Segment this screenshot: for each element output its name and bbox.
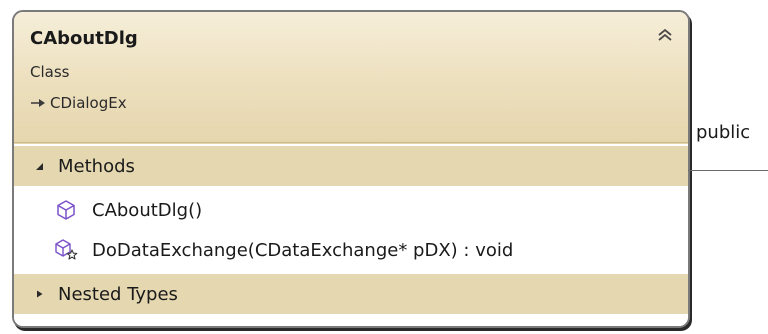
class-name: CAboutDlg bbox=[30, 28, 138, 49]
class-footer bbox=[14, 314, 688, 326]
methods-label: Methods bbox=[58, 155, 135, 177]
base-class-row: CDialogEx bbox=[30, 94, 127, 112]
diagram-canvas: CAboutDlg Class CDialogEx Methods CAbout… bbox=[0, 0, 768, 334]
double-chevron-up-icon[interactable] bbox=[656, 26, 674, 44]
nested-types-label: Nested Types bbox=[58, 283, 178, 305]
methods-compartment-header[interactable]: Methods bbox=[14, 146, 688, 186]
class-header[interactable]: CAboutDlg Class CDialogEx bbox=[14, 12, 688, 144]
method-item[interactable]: DoDataExchange(CDataExchange* pDX) : voi… bbox=[14, 230, 688, 270]
public-method-icon bbox=[57, 200, 75, 220]
inheritance-arrow-icon bbox=[31, 99, 45, 107]
method-item[interactable]: CAboutDlg() bbox=[14, 190, 688, 230]
class-shape[interactable]: CAboutDlg Class CDialogEx Methods CAbout… bbox=[12, 10, 690, 328]
method-label: CAboutDlg() bbox=[92, 199, 203, 221]
header-divider bbox=[14, 142, 688, 143]
class-stereotype: Class bbox=[30, 63, 70, 81]
base-class-name: CDialogEx bbox=[50, 94, 127, 112]
expanded-triangle-icon[interactable] bbox=[34, 161, 44, 171]
nested-types-compartment-header[interactable]: Nested Types bbox=[14, 274, 688, 314]
collapsed-triangle-icon[interactable] bbox=[34, 289, 44, 299]
method-label: DoDataExchange(CDataExchange* pDX) : voi… bbox=[92, 239, 514, 261]
connector-label: public bbox=[696, 122, 751, 143]
connector-line[interactable] bbox=[688, 170, 768, 171]
protected-method-icon bbox=[55, 239, 78, 260]
